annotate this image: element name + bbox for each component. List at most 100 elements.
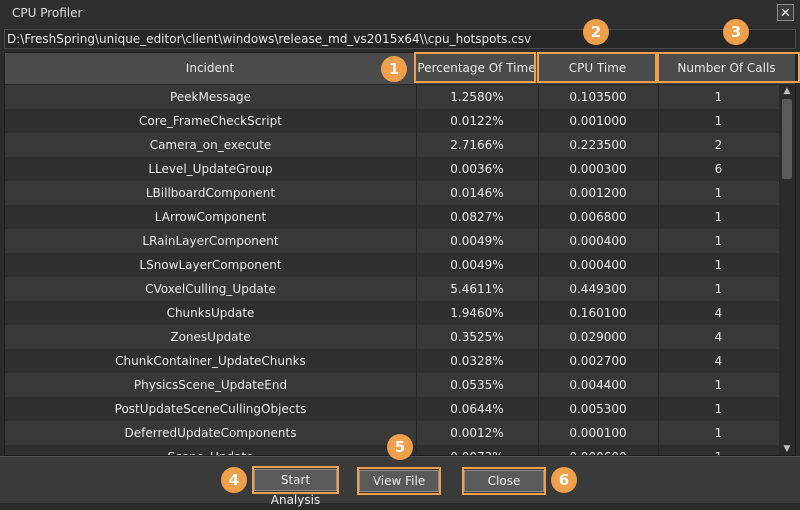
column-divider: [416, 109, 417, 133]
cell-cpu-time: 0.004400: [569, 378, 627, 392]
column-divider: [416, 85, 417, 109]
cell-percentage: 1.9460%: [450, 306, 504, 320]
cell-calls: 1: [714, 234, 723, 248]
annotation-badge-4: 4: [221, 467, 247, 493]
column-divider: [538, 373, 539, 397]
table-row[interactable]: LArrowComponent 0.0827% 0.006800 1: [5, 205, 779, 229]
table-body: PeekMessage 1.2580% 0.103500 1 Core_FrameChe…: [5, 85, 779, 455]
table-row[interactable]: Camera_on_execute 2.7166% 0.223500 2: [5, 133, 779, 157]
column-divider: [538, 85, 539, 109]
table-row[interactable]: Core_FrameCheckScript 0.0122% 0.001000 1: [5, 109, 779, 133]
file-path-field[interactable]: D:\FreshSpring\unique_editor\client\wind…: [4, 29, 796, 49]
table-row[interactable]: PeekMessage 1.2580% 0.103500 1: [5, 85, 779, 109]
cell-incident: Camera_on_execute: [149, 138, 272, 152]
scroll-down-icon[interactable]: ▼: [781, 443, 793, 455]
column-divider: [538, 181, 539, 205]
column-divider: [538, 133, 539, 157]
column-divider: [658, 397, 659, 421]
table-row[interactable]: PostUpdateSceneCullingObjects 0.0644% 0.00…: [5, 397, 779, 421]
cell-calls: 1: [658, 445, 779, 455]
column-divider: [416, 325, 417, 349]
table-row[interactable]: CVoxelCulling_Update 5.4611% 0.449300 1: [5, 277, 779, 301]
cell-calls: 6: [714, 162, 723, 176]
cell-incident: Scene_Update: [5, 445, 416, 455]
column-divider: [416, 157, 417, 181]
cell-incident: LArrowComponent: [154, 210, 267, 224]
table-row[interactable]: ZonesUpdate 0.3525% 0.029000 4: [5, 325, 779, 349]
cell-percentage: 0.0036%: [450, 162, 504, 176]
cell-cpu-time: 0.000600: [538, 445, 658, 455]
column-divider: [538, 349, 539, 373]
column-divider: [538, 277, 539, 301]
vertical-scrollbar[interactable]: ▲ ▼: [779, 85, 795, 455]
cell-percentage: 0.0827%: [450, 210, 504, 224]
cell-incident: ChunksUpdate: [166, 306, 255, 320]
table-row[interactable]: ChunkContainer_UpdateChunks 0.0328% 0.0027…: [5, 349, 779, 373]
column-divider: [416, 277, 417, 301]
column-divider: [416, 133, 417, 157]
cell-percentage: 0.3525%: [450, 330, 504, 344]
column-divider: [658, 85, 659, 109]
cell-cpu-time: 0.002700: [569, 354, 627, 368]
cell-cpu-time: 0.006800: [569, 210, 627, 224]
column-header-incident[interactable]: Incident: [5, 53, 416, 84]
cell-calls: 4: [714, 354, 723, 368]
scrollbar-thumb[interactable]: [782, 99, 792, 179]
table-row[interactable]: ChunksUpdate 1.9460% 0.160100 4: [5, 301, 779, 325]
cell-percentage: 1.2580%: [450, 90, 504, 104]
cell-percentage: 2.7166%: [450, 138, 504, 152]
cell-incident: ChunkContainer_UpdateChunks: [115, 354, 306, 368]
column-divider: [538, 229, 539, 253]
cell-incident: LBillboardComponent: [145, 186, 276, 200]
cell-percentage: 0.0012%: [450, 426, 504, 440]
column-divider: [416, 181, 417, 205]
column-divider: [658, 445, 659, 455]
cell-calls: 1: [714, 258, 723, 272]
annotation-badge-6: 6: [551, 467, 577, 493]
column-divider: [416, 301, 417, 325]
column-divider: [658, 373, 659, 397]
table-row[interactable]: LLevel_UpdateGroup 0.0036% 0.000300 6: [5, 157, 779, 181]
column-divider: [658, 421, 659, 445]
cell-percentage: 0.0122%: [450, 114, 504, 128]
window-close-icon[interactable]: ✕: [777, 4, 794, 21]
cell-cpu-time: 0.001000: [569, 114, 627, 128]
cell-percentage: 0.0073%: [416, 445, 538, 455]
column-divider: [658, 157, 659, 181]
cell-cpu-time: 0.449300: [569, 282, 627, 296]
table-row[interactable]: LSnowLayerComponent 0.0049% 0.000400 1: [5, 253, 779, 277]
column-divider: [658, 229, 659, 253]
cell-calls: 1: [714, 90, 723, 104]
column-divider: [658, 325, 659, 349]
highlight-percentage-column: [414, 52, 536, 83]
column-divider: [416, 397, 417, 421]
cell-percentage: 0.0146%: [450, 186, 504, 200]
column-divider: [658, 133, 659, 157]
annotation-badge-5: 5: [387, 434, 413, 460]
title-bar: CPU Profiler ✕: [0, 0, 800, 28]
table-row[interactable]: LBillboardComponent 0.0146% 0.001200 1: [5, 181, 779, 205]
column-divider: [416, 229, 417, 253]
cell-cpu-time: 0.001200: [569, 186, 627, 200]
annotation-badge-3: 3: [723, 19, 749, 45]
highlight-cpu-time-column: [537, 52, 657, 83]
column-divider: [538, 205, 539, 229]
cell-incident: LSnowLayerComponent: [139, 258, 282, 272]
table-row[interactable]: PhysicsScene_UpdateEnd 0.0535% 0.004400 1: [5, 373, 779, 397]
cell-incident: PhysicsScene_UpdateEnd: [133, 378, 288, 392]
cell-cpu-time: 0.005300: [569, 402, 627, 416]
column-divider: [658, 253, 659, 277]
table-row[interactable]: LRainLayerComponent 0.0049% 0.000400 1: [5, 229, 779, 253]
cell-calls: 4: [714, 330, 723, 344]
scroll-up-icon[interactable]: ▲: [781, 85, 793, 97]
annotation-badge-2: 2: [583, 19, 609, 45]
cell-cpu-time: 0.000400: [569, 258, 627, 272]
cell-calls: 1: [714, 402, 723, 416]
cell-incident: PeekMessage: [169, 90, 252, 104]
cell-incident: ZonesUpdate: [170, 330, 251, 344]
annotation-badge-1: 1: [381, 56, 407, 82]
cell-cpu-time: 0.103500: [569, 90, 627, 104]
cell-incident: CVoxelCulling_Update: [145, 282, 276, 296]
cell-percentage: 0.0644%: [450, 402, 504, 416]
cell-cpu-time: 0.000300: [569, 162, 627, 176]
